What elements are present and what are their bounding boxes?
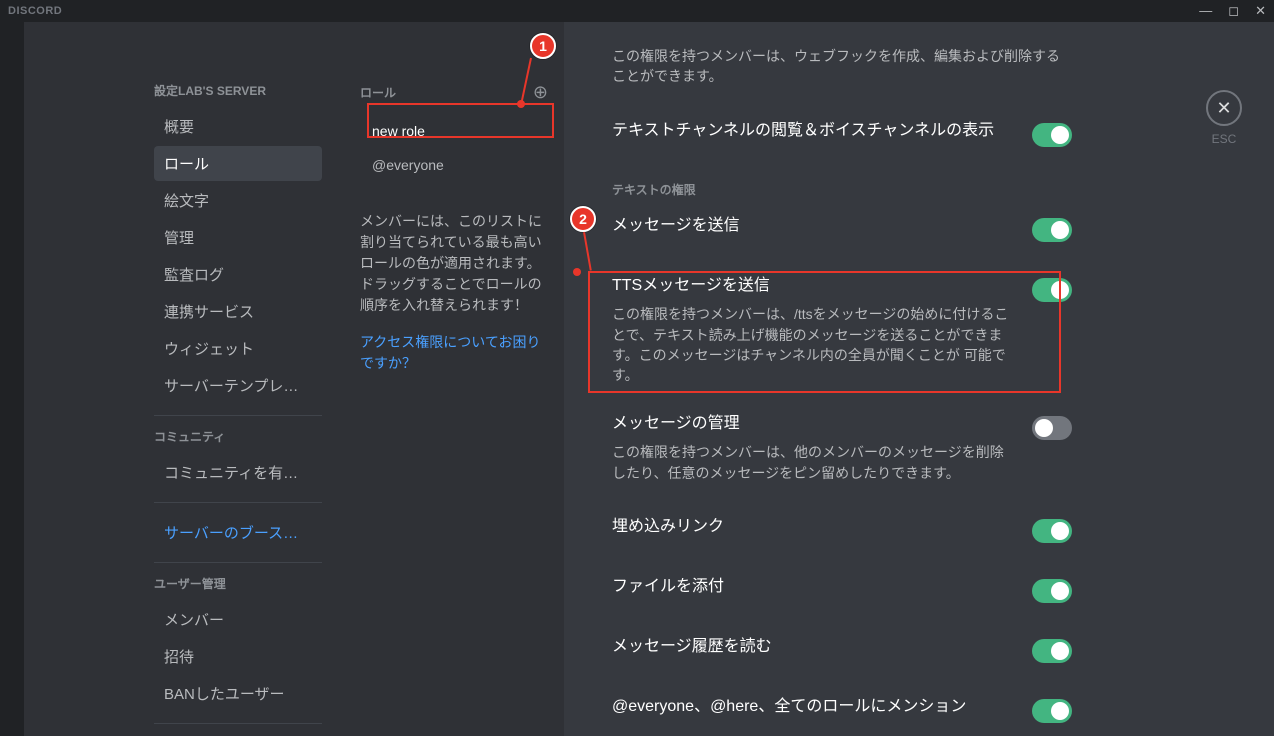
perm-title: メッセージ履歴を読む <box>612 637 1016 658</box>
divider <box>154 723 322 724</box>
roles-header-label: ロール <box>360 84 396 101</box>
divider <box>154 502 322 503</box>
sidebar-header: 設定LAB'S SERVER <box>154 82 322 99</box>
sidebar-item-integrations[interactable]: 連携サービス <box>154 294 322 329</box>
close-label: ESC <box>1174 132 1274 146</box>
toggle-knob <box>1051 126 1069 144</box>
toggle-knob <box>1051 221 1069 239</box>
roles-note: メンバーには、このリストに割り当てられている最も高いロールの色が適用されます。ド… <box>360 211 548 316</box>
toggle-manage-messages[interactable] <box>1032 416 1072 440</box>
toggle-knob <box>1035 419 1053 437</box>
perm-webhook-desc: この権限を持つメンバーは、ウェブフックを作成、編集および削除することができます。 <box>612 46 1072 87</box>
perm-title: 埋め込みリンク <box>612 517 1016 538</box>
role-item-everyone[interactable]: @everyone <box>360 149 548 181</box>
perm-title: @everyone、@here、全てのロールにメンション <box>612 697 1016 718</box>
divider <box>154 562 322 563</box>
sidebar-item-emoji[interactable]: 絵文字 <box>154 183 322 218</box>
divider <box>154 415 322 416</box>
perm-desc: この権限を持つメンバーは、/ttsをメッセージの始めに付けることで、テキスト読み… <box>612 304 1016 385</box>
toggle-attach-files[interactable] <box>1032 579 1072 603</box>
sidebar-item-audit-log[interactable]: 監査ログ <box>154 257 322 292</box>
guild-rail <box>0 22 24 736</box>
sidebar-item-roles[interactable]: ロール <box>154 146 322 181</box>
perm-row-mention-everyone: @everyone、@here、全てのロールにメンション <box>612 697 1072 723</box>
perm-title: ファイルを添付 <box>612 577 1016 598</box>
perm-row-view-channels: テキストチャンネルの閲覧＆ボイスチャンネルの表示 <box>612 121 1072 147</box>
perm-title: テキストチャンネルの閲覧＆ボイスチャンネルの表示 <box>612 121 1016 142</box>
toggle-send-messages[interactable] <box>1032 218 1072 242</box>
titlebar: DISCORD — ◻ ✕ <box>0 0 1274 22</box>
permissions-panel: この権限を持つメンバーは、ウェブフックを作成、編集および削除することができます。… <box>564 22 1174 736</box>
perm-row-send-messages: メッセージを送信 <box>612 216 1072 242</box>
toggle-knob <box>1051 281 1069 299</box>
perm-row-attach-files: ファイルを添付 <box>612 577 1072 603</box>
close-column: ✕ ESC <box>1174 22 1274 736</box>
app-brand: DISCORD <box>8 5 62 17</box>
perm-row-tts: TTSメッセージを送信 この権限を持つメンバーは、/ttsをメッセージの始めに付… <box>612 276 1072 386</box>
close-button[interactable]: ✕ <box>1206 90 1242 126</box>
app-root: 設定LAB'S SERVER 概要 ロール 絵文字 管理 監査ログ 連携サービス… <box>0 22 1274 736</box>
settings-sidebar: 設定LAB'S SERVER 概要 ロール 絵文字 管理 監査ログ 連携サービス… <box>24 22 336 736</box>
toggle-mention-everyone[interactable] <box>1032 699 1072 723</box>
maximize-icon[interactable]: ◻ <box>1228 3 1239 19</box>
toggle-knob <box>1051 702 1069 720</box>
toggle-view-channels[interactable] <box>1032 123 1072 147</box>
roles-list-column: ロール ⊕ new role @everyone メンバーには、このリストに割り… <box>336 22 564 736</box>
minimize-icon[interactable]: — <box>1199 3 1212 19</box>
sidebar-item-template[interactable]: サーバーテンプレート <box>154 368 322 403</box>
perm-title: メッセージの管理 <box>612 414 1016 435</box>
toggle-embed-links[interactable] <box>1032 519 1072 543</box>
add-role-icon[interactable]: ⊕ <box>533 82 548 103</box>
window-controls: — ◻ ✕ <box>1199 3 1266 19</box>
community-header: コミュニティ <box>154 428 322 445</box>
perm-desc: この権限を持つメンバーは、他のメンバーのメッセージを削除したり、任意のメッセージ… <box>612 442 1016 483</box>
user-mgmt-header: ユーザー管理 <box>154 575 322 592</box>
toggle-read-history[interactable] <box>1032 639 1072 663</box>
sidebar-item-overview[interactable]: 概要 <box>154 109 322 144</box>
sidebar-item-widget[interactable]: ウィジェット <box>154 331 322 366</box>
perm-row-embed-links: 埋め込みリンク <box>612 517 1072 543</box>
perm-title: メッセージを送信 <box>612 216 1016 237</box>
toggle-tts[interactable] <box>1032 278 1072 302</box>
sidebar-item-bans[interactable]: BANしたユーザー <box>154 676 322 711</box>
text-permissions-label: テキストの権限 <box>612 181 1072 198</box>
sidebar-item-members[interactable]: メンバー <box>154 602 322 637</box>
perm-title: TTSメッセージを送信 <box>612 276 1016 297</box>
toggle-knob <box>1051 642 1069 660</box>
toggle-knob <box>1051 522 1069 540</box>
sidebar-item-community-enable[interactable]: コミュニティを有効に... <box>154 455 322 490</box>
close-window-icon[interactable]: ✕ <box>1255 3 1266 19</box>
perm-row-manage-messages: メッセージの管理 この権限を持つメンバーは、他のメンバーのメッセージを削除したり… <box>612 414 1072 483</box>
sidebar-item-moderation[interactable]: 管理 <box>154 220 322 255</box>
close-icon: ✕ <box>1216 98 1231 119</box>
perm-row-read-history: メッセージ履歴を読む <box>612 637 1072 663</box>
sidebar-item-boost[interactable]: サーバーのブースト状... <box>154 515 322 550</box>
roles-help-link[interactable]: アクセス権限についてお困りですか？ <box>360 332 548 374</box>
role-item-new-role[interactable]: new role <box>360 115 548 147</box>
toggle-knob <box>1051 582 1069 600</box>
sidebar-item-invites[interactable]: 招待 <box>154 639 322 674</box>
roles-header: ロール ⊕ <box>360 82 548 103</box>
